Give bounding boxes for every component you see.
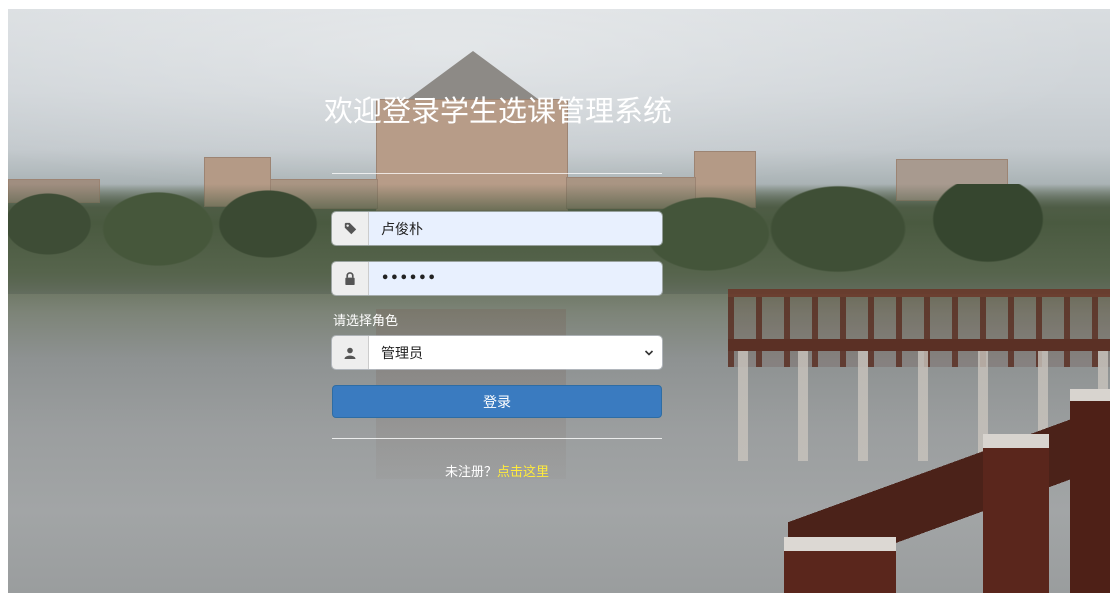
register-prompt: 未注册？点击这里 xyxy=(332,461,662,480)
username-input[interactable]: 卢俊朴 xyxy=(369,212,662,245)
page-title: 欢迎登录学生选课管理系统 xyxy=(323,94,672,128)
user-icon xyxy=(332,336,369,369)
role-select-value[interactable]: 管理员 xyxy=(369,336,662,369)
form-divider xyxy=(332,438,662,439)
title-divider xyxy=(332,173,662,174)
password-field[interactable]: •••••• xyxy=(332,262,662,295)
login-page: 欢迎登录学生选课管理系统 卢俊朴 •••••• 请选择角色 管理员 登录 未注册… xyxy=(0,0,1110,593)
chevron-down-icon xyxy=(644,348,654,358)
role-label: 请选择角色 xyxy=(333,314,399,329)
lock-icon xyxy=(332,262,369,295)
register-link[interactable]: 点击这里 xyxy=(497,465,549,480)
password-input[interactable]: •••••• xyxy=(369,262,662,295)
role-selected-text: 管理员 xyxy=(381,345,423,362)
tag-icon xyxy=(332,212,369,245)
role-select[interactable]: 管理员 xyxy=(332,336,662,369)
username-field[interactable]: 卢俊朴 xyxy=(332,212,662,245)
register-text: 未注册？ xyxy=(444,465,497,480)
login-button[interactable]: 登录 xyxy=(332,385,662,418)
